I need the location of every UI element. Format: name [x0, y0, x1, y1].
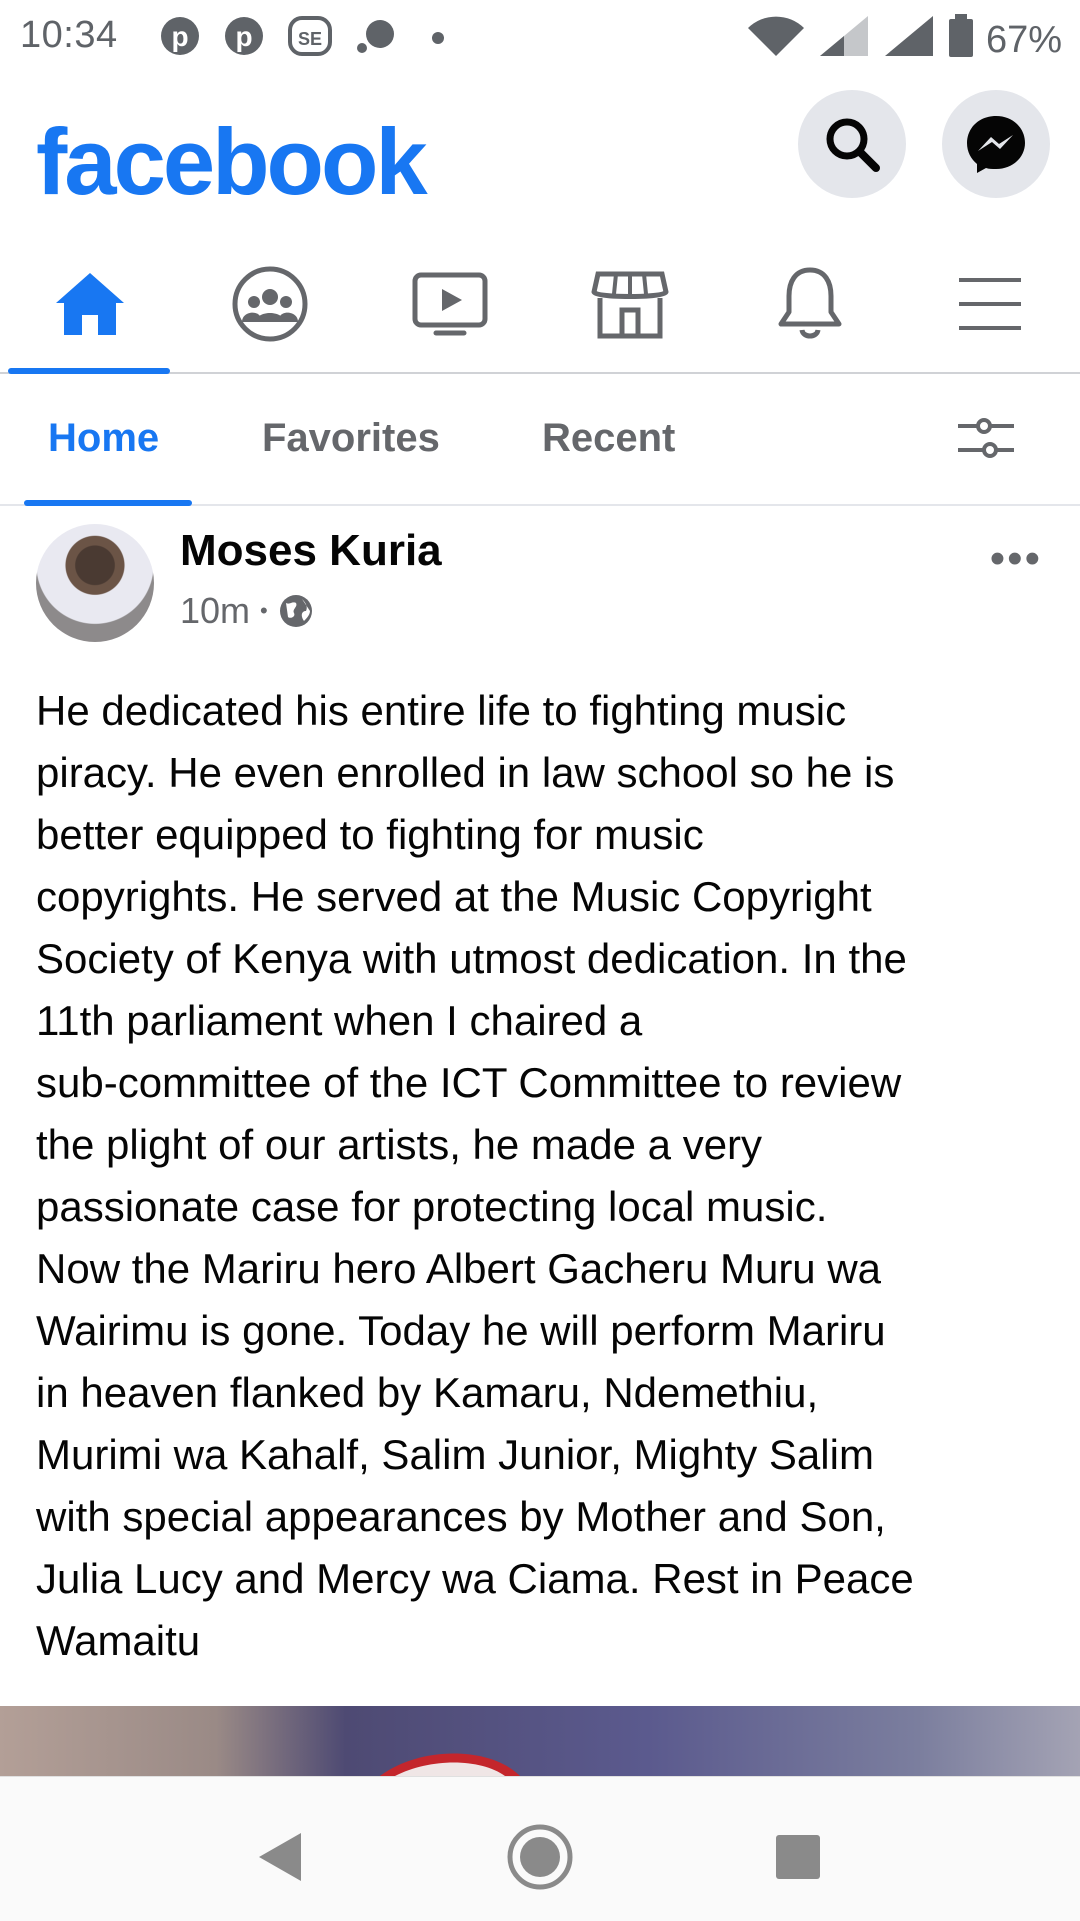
groups-tab[interactable] — [230, 264, 310, 344]
post-text-line: passionate case for protecting local mus… — [36, 1183, 828, 1230]
post-text-line: the plight of our artists, he made a ver… — [36, 1121, 763, 1168]
meta-separator: • — [260, 598, 268, 623]
svg-text:p: p — [171, 21, 188, 52]
home-circle-icon — [507, 1824, 573, 1890]
sportpesa-icon: SE — [288, 16, 332, 56]
messenger-icon — [967, 116, 1025, 173]
watch-tab[interactable] — [410, 264, 490, 344]
home-icon — [56, 273, 124, 335]
search-button[interactable] — [798, 90, 906, 198]
post-text-line: Now the Mariru hero Albert Gacheru Muru … — [36, 1245, 882, 1292]
groups-icon — [232, 266, 308, 342]
post-text-line: Wamaitu — [36, 1617, 201, 1664]
main-nav — [0, 228, 1080, 374]
home-button[interactable] — [500, 1817, 580, 1897]
post-text-line: better equipped to fighting for music — [36, 811, 704, 858]
pinterest-icon: p — [225, 17, 263, 55]
battery-percent: 67% — [985, 19, 1062, 61]
post-text-line: Society of Kenya with utmost dedication.… — [36, 935, 907, 982]
notifications-tab[interactable] — [770, 264, 850, 344]
post-image[interactable] — [0, 1706, 1080, 1776]
post-header: Moses Kuria 10m • ••• — [0, 520, 1080, 642]
back-button[interactable] — [240, 1817, 320, 1897]
status-bar: 10:34 p p SE 67% — [0, 0, 1080, 78]
post-image-detail — [380, 1753, 520, 1776]
wifi-icon — [747, 16, 804, 57]
post-text-line: Murimi wa Kahalf, Salim Junior, Mighty S… — [36, 1431, 874, 1478]
store-icon — [591, 271, 669, 339]
feed-tabs: Home Favorites Recent — [0, 374, 1080, 506]
messenger-button[interactable] — [942, 90, 1050, 198]
tab-recent[interactable]: Recent — [542, 416, 675, 461]
signal-icon — [884, 16, 933, 56]
home-tab[interactable] — [50, 264, 130, 344]
post-text-line: piracy. He even enrolled in law school s… — [36, 749, 895, 796]
post-text-line: with special appearances by Mother and S… — [36, 1493, 886, 1540]
battery-icon — [949, 14, 974, 57]
post-time[interactable]: 10m — [180, 590, 250, 632]
back-icon — [259, 1833, 301, 1881]
menu-tab[interactable] — [950, 264, 1030, 344]
pinterest-icon: p — [161, 17, 199, 55]
marketplace-tab[interactable] — [590, 264, 670, 344]
chat-bubble-icon — [357, 20, 394, 53]
video-icon — [412, 272, 488, 336]
globe-icon — [279, 595, 312, 627]
search-icon — [826, 118, 880, 172]
active-feed-tab-indicator — [24, 500, 192, 506]
post-text-line: 11th parliament when I chaired a — [36, 997, 643, 1044]
app-header: facebook — [0, 78, 1080, 228]
tab-home[interactable]: Home — [48, 416, 159, 461]
post-author[interactable]: Moses Kuria — [180, 526, 442, 576]
post-text-line: Wairimu is gone. Today he will perform M… — [36, 1307, 886, 1354]
more-notifications-icon — [432, 32, 444, 44]
post-options-button[interactable]: ••• — [990, 534, 1042, 584]
tab-favorites[interactable]: Favorites — [262, 416, 440, 461]
filter-icon[interactable] — [956, 416, 1016, 462]
avatar[interactable] — [36, 524, 154, 642]
recents-icon — [776, 1835, 820, 1879]
status-right: 67% — [744, 14, 1062, 62]
post-text: He dedicated his entire life to fighting… — [36, 680, 1046, 1672]
post-text-line: in heaven flanked by Kamaru, Ndemethiu, — [36, 1369, 819, 1416]
signal-icon — [820, 16, 869, 56]
post-text-line: copyrights. He served at the Music Copyr… — [36, 873, 872, 920]
hamburger-menu-icon — [959, 278, 1021, 330]
recents-button[interactable] — [758, 1817, 838, 1897]
facebook-logo[interactable]: facebook — [36, 108, 428, 216]
system-navigation-bar — [0, 1776, 1080, 1921]
post-text-line: sub-committee of the ICT Committee to re… — [36, 1059, 902, 1106]
svg-text:SE: SE — [298, 29, 322, 49]
status-time: 10:34 — [20, 14, 118, 56]
post-text-line: He dedicated his entire life to fighting… — [36, 687, 847, 734]
bell-icon — [778, 267, 842, 339]
post-text-line: Julia Lucy and Mercy wa Ciama. Rest in P… — [36, 1555, 914, 1602]
post-meta: 10m • — [180, 590, 314, 632]
svg-text:p: p — [235, 21, 252, 52]
